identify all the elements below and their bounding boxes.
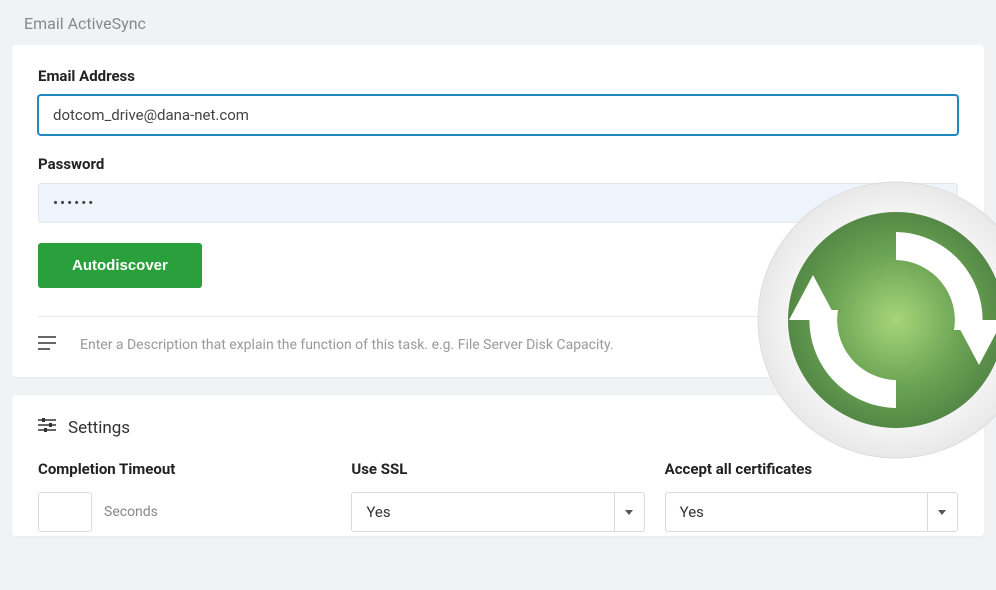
- sliders-icon: [38, 417, 56, 438]
- accept-certs-label: Accept all certificates: [665, 460, 958, 478]
- settings-row: Completion Timeout Seconds Use SSL Yes A…: [38, 460, 958, 532]
- use-ssl-select[interactable]: Yes: [351, 492, 644, 532]
- description-placeholder[interactable]: Enter a Description that explain the fun…: [80, 337, 614, 353]
- timeout-input[interactable]: [38, 492, 92, 532]
- description-row: Enter a Description that explain the fun…: [38, 316, 958, 355]
- password-label: Password: [38, 155, 958, 173]
- use-ssl-label: Use SSL: [351, 460, 644, 478]
- accept-certs-caret-icon: [927, 493, 957, 531]
- email-input[interactable]: [38, 95, 958, 135]
- email-label: Email Address: [38, 67, 958, 85]
- accept-certs-select[interactable]: Yes: [665, 492, 958, 532]
- password-field-block: Password: [38, 155, 958, 223]
- settings-card: Settings Completion Timeout Seconds Use …: [12, 395, 984, 536]
- accept-certs-col: Accept all certificates Yes: [665, 460, 958, 532]
- completion-timeout-col: Completion Timeout Seconds: [38, 460, 331, 532]
- accept-certs-value: Yes: [680, 503, 704, 521]
- use-ssl-col: Use SSL Yes: [351, 460, 644, 532]
- settings-title: Settings: [68, 418, 130, 438]
- email-field-block: Email Address: [38, 67, 958, 135]
- password-input[interactable]: [38, 183, 958, 223]
- page-title: Email ActiveSync: [0, 0, 996, 45]
- timeout-group: Seconds: [38, 492, 331, 532]
- description-icon: [38, 335, 58, 355]
- credentials-card: Email Address Password Autodiscover Ente…: [12, 45, 984, 377]
- autodiscover-button[interactable]: Autodiscover: [38, 243, 202, 288]
- use-ssl-value: Yes: [366, 503, 390, 521]
- timeout-unit: Seconds: [104, 504, 158, 520]
- use-ssl-caret-icon: [614, 493, 644, 531]
- settings-header: Settings: [38, 417, 958, 438]
- completion-timeout-label: Completion Timeout: [38, 460, 331, 478]
